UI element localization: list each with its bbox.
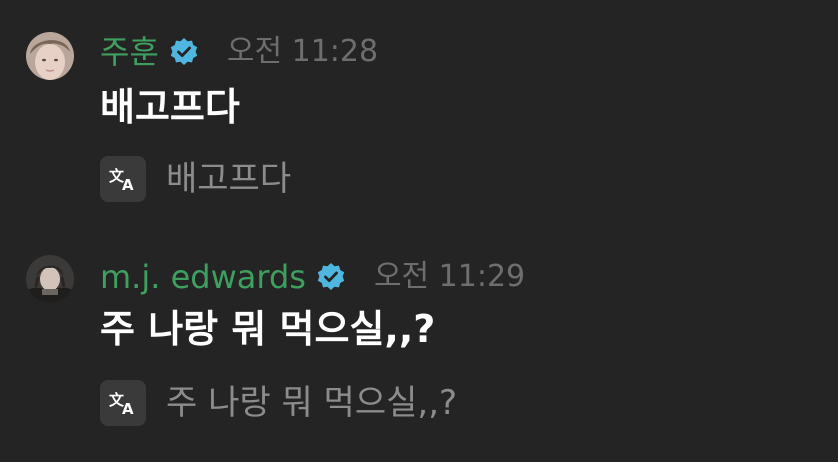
translate-icon: 文 A: [109, 167, 134, 194]
translation-row: 文 A 주 나랑 뭐 먹으실,,?: [100, 380, 457, 426]
translation-row: 文 A 배고프다: [100, 156, 291, 202]
message-text: 배고프다: [100, 85, 240, 129]
timestamp: 오전 11:29: [373, 259, 526, 294]
message-text: 주 나랑 뭐 먹으실,,?: [100, 307, 436, 351]
username[interactable]: 주훈: [100, 32, 159, 72]
avatar[interactable]: [26, 255, 74, 303]
verified-badge-icon: [316, 262, 346, 292]
message-header: m.j. edwards 오전 11:29: [100, 257, 525, 297]
timestamp: 오전 11:28: [226, 34, 379, 69]
verified-badge-icon: [169, 37, 199, 67]
translate-button[interactable]: 文 A: [100, 156, 146, 202]
translated-text: 주 나랑 뭐 먹으실,,?: [166, 383, 458, 423]
chat-thread: 주훈 오전 11:28 배고프다 文 A 배고프다 m.j. edwards 오…: [0, 0, 838, 462]
avatar[interactable]: [26, 32, 74, 80]
translate-icon: 文 A: [109, 391, 134, 418]
translate-button[interactable]: 文 A: [100, 380, 146, 426]
translated-text: 배고프다: [166, 159, 292, 199]
svg-text:A: A: [122, 400, 134, 418]
message-header: 주훈 오전 11:28: [100, 32, 378, 72]
username[interactable]: m.j. edwards: [100, 257, 306, 297]
svg-text:A: A: [122, 176, 134, 194]
